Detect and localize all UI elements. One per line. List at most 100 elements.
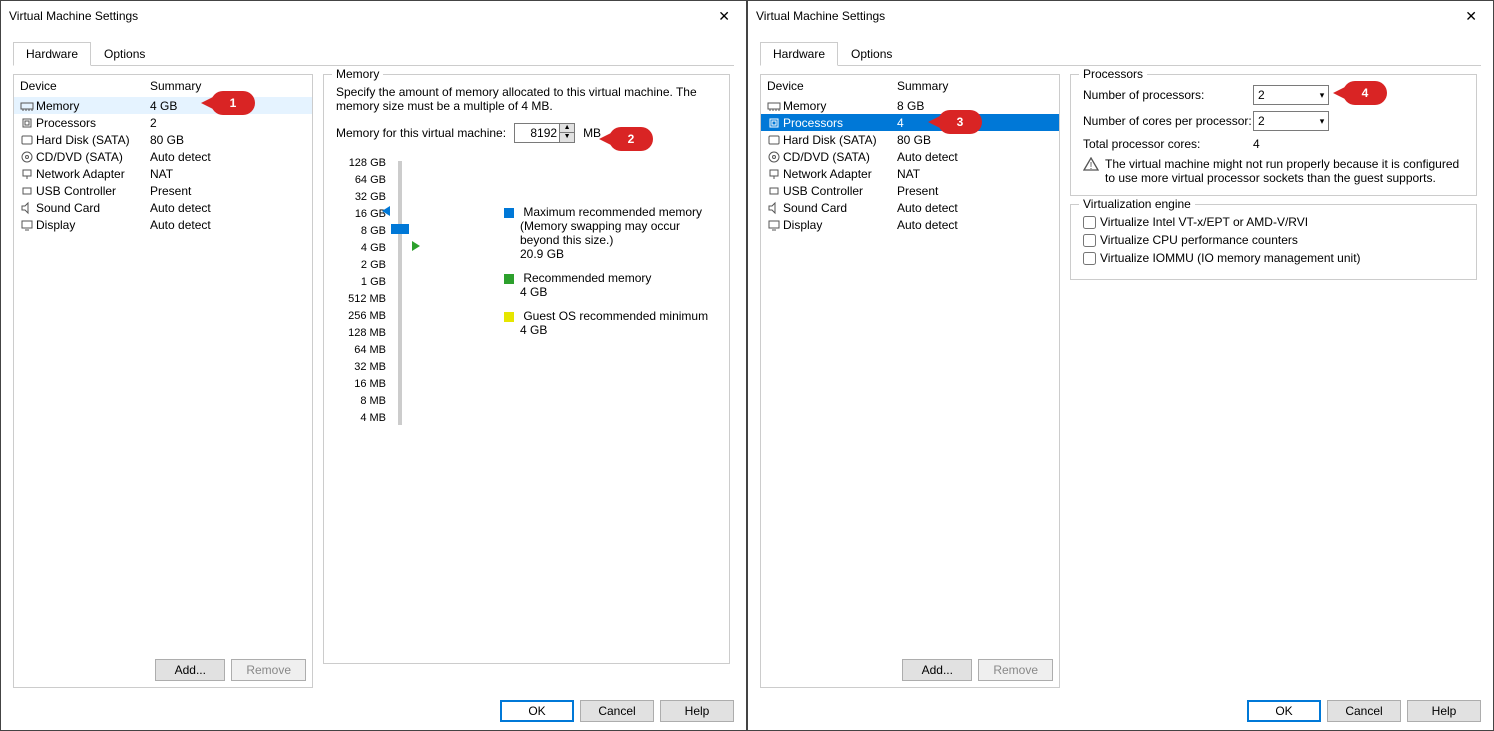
rec-color-icon — [504, 274, 514, 284]
rec-marker-icon — [412, 241, 420, 251]
col-summary: Summary — [897, 79, 1053, 93]
device-row-net[interactable]: Network AdapterNAT — [761, 165, 1059, 182]
num-processors-combo[interactable]: 2 ▾ — [1253, 85, 1329, 105]
add-button[interactable]: Add... — [155, 659, 225, 681]
device-name: CD/DVD (SATA) — [783, 150, 870, 164]
num-processors-value: 2 — [1254, 88, 1312, 102]
window-title: Virtual Machine Settings — [9, 9, 138, 23]
device-name: USB Controller — [36, 184, 116, 198]
max-color-icon — [504, 208, 514, 218]
memory-slider[interactable] — [392, 157, 408, 429]
close-icon[interactable]: ✕ — [1459, 6, 1483, 27]
tab-hardware[interactable]: Hardware — [13, 42, 91, 66]
device-summary: 8 GB — [897, 99, 1053, 113]
cancel-button[interactable]: Cancel — [1327, 700, 1401, 722]
device-name: Memory — [783, 99, 826, 113]
device-row-display[interactable]: DisplayAuto detect — [761, 216, 1059, 233]
vm-settings-window-right: Virtual Machine Settings ✕ Hardware Opti… — [747, 0, 1494, 731]
slider-tick-label: 8 MB — [336, 395, 386, 412]
disk-icon — [767, 133, 783, 147]
cancel-button[interactable]: Cancel — [580, 700, 654, 722]
device-name: Memory — [36, 99, 79, 113]
cd-icon — [767, 150, 783, 164]
usb-icon — [767, 184, 783, 198]
device-row-cpu[interactable]: Processors4 — [761, 114, 1059, 131]
num-cores-combo[interactable]: 2 ▾ — [1253, 111, 1329, 131]
slider-tick-label: 512 MB — [336, 293, 386, 310]
chk-iommu[interactable]: Virtualize IOMMU (IO memory management u… — [1083, 251, 1466, 265]
window-title: Virtual Machine Settings — [756, 9, 885, 23]
memory-spinner[interactable]: ▲ ▼ — [514, 123, 575, 143]
total-cores-value: 4 — [1253, 137, 1260, 151]
tabstrip: Hardware Options — [760, 41, 1481, 66]
close-icon[interactable]: ✕ — [712, 6, 736, 27]
warning-text: The virtual machine might not run proper… — [1105, 157, 1466, 185]
device-summary: 80 GB — [897, 133, 1053, 147]
device-row-sound[interactable]: Sound CardAuto detect — [14, 199, 312, 216]
memory-description: Specify the amount of memory allocated t… — [336, 85, 719, 113]
device-row-cd[interactable]: CD/DVD (SATA)Auto detect — [14, 148, 312, 165]
slider-thumb[interactable] — [391, 224, 409, 234]
total-cores-label: Total processor cores: — [1083, 137, 1253, 151]
ok-button[interactable]: OK — [500, 700, 574, 722]
device-summary: Auto detect — [150, 201, 306, 215]
device-name: CD/DVD (SATA) — [36, 150, 123, 164]
device-row-memory[interactable]: Memory 8 GB — [761, 97, 1059, 114]
device-row-usb[interactable]: USB ControllerPresent — [14, 182, 312, 199]
memory-icon — [767, 99, 783, 113]
chk-perf[interactable]: Virtualize CPU performance counters — [1083, 233, 1466, 247]
device-summary: Auto detect — [897, 218, 1053, 232]
processors-legend: Processors — [1079, 67, 1147, 81]
device-row-display[interactable]: DisplayAuto detect — [14, 216, 312, 233]
chevron-down-icon[interactable]: ▾ — [1312, 116, 1328, 127]
chevron-down-icon[interactable]: ▾ — [1312, 90, 1328, 101]
device-summary: Auto detect — [897, 150, 1053, 164]
help-button[interactable]: Help — [1407, 700, 1481, 722]
device-summary: 2 — [150, 116, 306, 130]
slider-tick-label: 256 MB — [336, 310, 386, 327]
tabstrip: Hardware Options — [13, 41, 734, 66]
add-button[interactable]: Add... — [902, 659, 972, 681]
device-list-panel: Device Summary Memory8 GBProcessors4Hard… — [760, 74, 1060, 688]
device-row-disk[interactable]: Hard Disk (SATA) 80 GB — [761, 131, 1059, 148]
tab-options[interactable]: Options — [838, 42, 905, 66]
chk-perf-box[interactable] — [1083, 234, 1096, 247]
chk-vtx[interactable]: Virtualize Intel VT-x/EPT or AMD-V/RVI — [1083, 215, 1466, 229]
disk-icon — [20, 133, 36, 147]
slider-tick-label: 32 GB — [336, 191, 386, 208]
vm-settings-window-left: Virtual Machine Settings ✕ Hardware Opti… — [0, 0, 747, 731]
device-row-memory[interactable]: Memory4 GB — [14, 97, 312, 114]
device-row-usb[interactable]: USB ControllerPresent — [761, 182, 1059, 199]
col-device: Device — [20, 79, 150, 93]
device-summary: Auto detect — [150, 218, 306, 232]
help-button[interactable]: Help — [660, 700, 734, 722]
slider-tick-label: 16 GB — [336, 208, 386, 225]
max-value: 20.9 GB — [504, 247, 719, 261]
device-row-cpu[interactable]: Processors2 — [14, 114, 312, 131]
memory-input[interactable] — [515, 124, 559, 142]
ok-button[interactable]: OK — [1247, 700, 1321, 722]
device-name: Network Adapter — [36, 167, 125, 181]
net-icon — [767, 167, 783, 181]
virt-engine-group: Virtualization engine Virtualize Intel V… — [1070, 204, 1477, 280]
chk-vtx-box[interactable] — [1083, 216, 1096, 229]
device-row-sound[interactable]: Sound CardAuto detect — [761, 199, 1059, 216]
slider-tick-label: 64 MB — [336, 344, 386, 361]
tab-options[interactable]: Options — [91, 42, 158, 66]
chk-iommu-box[interactable] — [1083, 252, 1096, 265]
cpu-icon — [767, 116, 783, 130]
sound-icon — [767, 201, 783, 215]
slider-tick-label: 4 MB — [336, 412, 386, 429]
device-name: Hard Disk (SATA) — [783, 133, 877, 147]
col-device: Device — [767, 79, 897, 93]
device-row-net[interactable]: Network AdapterNAT — [14, 165, 312, 182]
spinner-down-icon[interactable]: ▼ — [560, 133, 574, 142]
spinner-up-icon[interactable]: ▲ — [560, 124, 574, 133]
device-summary: 4 — [897, 116, 1053, 130]
device-row-disk[interactable]: Hard Disk (SATA)80 GB — [14, 131, 312, 148]
guest-min-label: Guest OS recommended minimum — [523, 309, 708, 323]
num-processors-label: Number of processors: — [1083, 88, 1253, 102]
device-row-cd[interactable]: CD/DVD (SATA) Auto detect — [761, 148, 1059, 165]
device-summary: Present — [897, 184, 1053, 198]
tab-hardware[interactable]: Hardware — [760, 42, 838, 66]
